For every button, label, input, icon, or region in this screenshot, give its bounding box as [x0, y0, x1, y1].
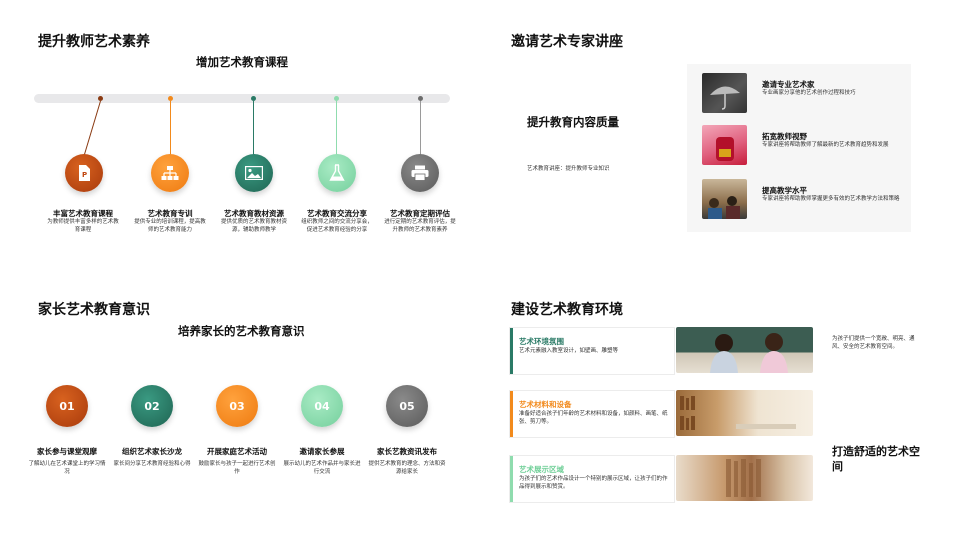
env-card-title: 艺术展示区域 [519, 465, 564, 474]
q1-item-title: 丰富艺术教育课程 [53, 209, 113, 218]
printer-icon [411, 165, 429, 181]
step-number: 05 [399, 399, 415, 413]
env-card: 艺术展示区域 为孩子们的艺术作品设计一个特别的展示区域，让孩子们的作品得到展示和… [509, 455, 675, 503]
printer-icon-circle [401, 154, 439, 192]
env-card-strip [510, 328, 513, 374]
document-icon-circle: P [65, 154, 103, 192]
q3-item-desc: 展示幼儿的艺术作品并与家长进行交流 [283, 461, 361, 475]
q3-item-title: 家长参与课堂观摩 [37, 447, 97, 456]
step-circle: 02 [131, 385, 173, 427]
expert-item-desc: 专业画家分享他的艺术创作过程和技巧 [762, 90, 856, 96]
expert-item-title: 邀请专业艺术家 [762, 80, 815, 89]
env-card: 艺术材料和设备 准备好适合孩子们年龄的艺术材料和设备，如颜料、画笔、纸张、剪刀等… [509, 390, 675, 438]
org-chart-icon-circle [151, 154, 189, 192]
q2-note: 艺术教育讲座：提升教师专业知识 [527, 166, 610, 172]
env-card-desc: 为孩子们的艺术作品设计一个特别的展示区域，让孩子们的作品得到展示和赞赏。 [519, 476, 668, 490]
q3-item-title: 邀请家长参展 [299, 447, 345, 456]
expert-item-desc: 专家讲座将帮助教师了解最新的艺术教育趋势和发展 [762, 142, 889, 148]
q4-title: 建设艺术教育环境 [511, 302, 623, 318]
step-number: 04 [314, 399, 330, 413]
step-number: 01 [59, 399, 75, 413]
image-icon-circle [235, 154, 273, 192]
q2-subtitle: 提升教育内容质量 [527, 115, 619, 129]
env-big-text: 打造舒适的艺术空间 [832, 445, 920, 473]
kids-classroom-photo [676, 327, 813, 373]
q3-subtitle: 培养家长的艺术教育意识 [178, 324, 305, 338]
q1-item-title: 艺术教育定期评估 [390, 209, 450, 218]
q2-title: 邀请艺术专家讲座 [511, 34, 623, 50]
q1-item-desc: 提供专业的培训课程，提高教师的艺术教育能力 [134, 219, 206, 233]
step-circle: 01 [46, 385, 88, 427]
image-icon [245, 166, 263, 180]
step-circle: 03 [216, 385, 258, 427]
expert-item-title: 提高教学水平 [762, 186, 807, 195]
library-photo [676, 390, 813, 436]
env-card-title: 艺术材料和设备 [519, 400, 572, 409]
env-side-text: 为孩子们提供一个宽敞、明亮、通风、安全的艺术教育空间。 [832, 336, 915, 350]
q1-item-desc: 组织教师之间的交流分享会，促进艺术教育经验的分享 [301, 219, 373, 233]
env-card-desc: 准备好适合孩子们年龄的艺术材料和设备，如颜料、画笔、纸张、剪刀等。 [519, 411, 668, 425]
flask-icon-circle [318, 154, 356, 192]
artist-photo [702, 73, 747, 113]
step-circle: 05 [386, 385, 428, 427]
q1-item-title: 艺术教育专训 [147, 209, 193, 218]
q1-item-desc: 进行定期的艺术教育评估，提升教师的艺术教育素养 [384, 219, 456, 233]
classroom-photo [702, 179, 747, 219]
q3-item-title: 组织艺术家长沙龙 [122, 447, 182, 456]
q3-title: 家长艺术教育意识 [38, 302, 150, 318]
step-circle: 04 [301, 385, 343, 427]
org-chart-icon [161, 166, 179, 180]
expert-item-title: 拓宽教师视野 [762, 132, 807, 141]
q3-item-desc: 家长间分享艺术教育经验和心得 [113, 461, 191, 467]
q3-item-title: 家长艺教资讯发布 [377, 447, 437, 456]
q1-item-title: 艺术教育交流分享 [307, 209, 367, 218]
env-card-title: 艺术环境氛围 [519, 337, 564, 346]
backpack-photo [702, 125, 747, 165]
bookshelf-photo [676, 455, 813, 501]
step-number: 03 [229, 399, 245, 413]
q1-item-desc: 提供优质的艺术教育教材资源，辅助教师教学 [220, 219, 287, 233]
q3-item-desc: 了解幼儿在艺术课堂上的学习情况 [28, 461, 106, 475]
env-card-strip [510, 391, 513, 437]
q3-item-desc: 提供艺术教育的理念、方法和资源给家长 [368, 461, 446, 475]
q1-item-desc: 为教师提供丰富多样的艺术教育课程 [47, 219, 119, 233]
connector-line [83, 100, 101, 157]
step-number: 02 [144, 399, 160, 413]
svg-text:P: P [82, 171, 87, 179]
expert-item-desc: 专家讲座将帮助教师掌握更多有效的艺术教学方法和策略 [762, 196, 900, 202]
env-card-desc: 艺术元素融入教室设计，如壁画、雕塑等 [519, 348, 619, 354]
flask-icon [329, 164, 345, 181]
env-card-strip [510, 456, 513, 502]
q3-item-title: 开展家庭艺术活动 [207, 447, 267, 456]
document-icon: P [79, 165, 90, 181]
env-card: 艺术环境氛围 艺术元素融入教室设计，如壁画、雕塑等 [509, 327, 675, 375]
q3-item-desc: 鼓励家长与孩子一起进行艺术创作 [198, 461, 276, 475]
q1-item-title: 艺术教育教材资源 [224, 209, 284, 218]
